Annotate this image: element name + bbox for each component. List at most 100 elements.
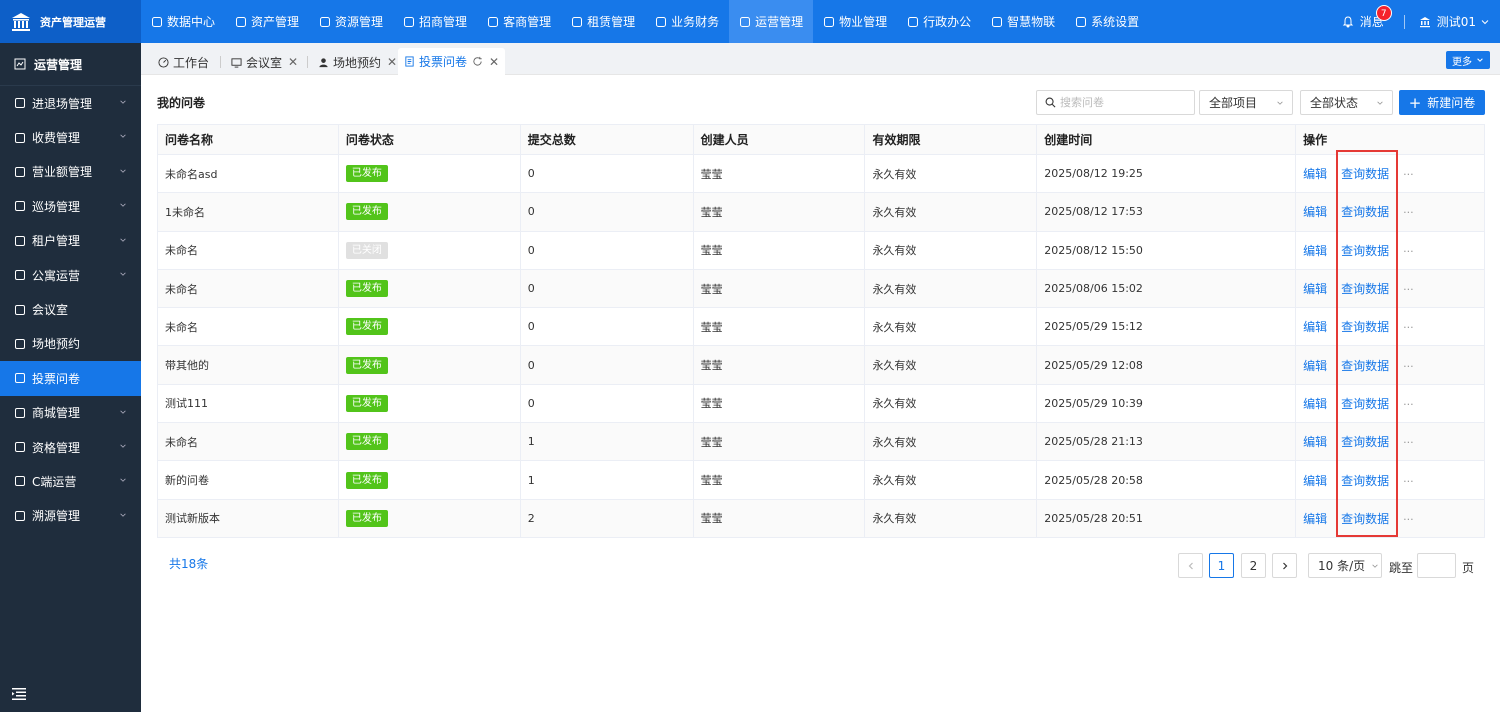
topnav-item-7[interactable]: 运营管理 [729,0,814,43]
topnav-item-8[interactable]: 物业管理 [813,0,897,43]
status-filter-select[interactable]: 全部状态 [1300,90,1393,115]
edit-link[interactable]: 编辑 [1303,244,1327,258]
new-survey-button[interactable]: + 新建问卷 [1399,90,1485,115]
more-actions-icon[interactable]: ··· [1403,206,1414,219]
survey-table: 问卷名称 问卷状态 提交总数 创建人员 有效期限 创建时间 操作 未命名asd 已发布 0 莹莹永… [157,124,1485,538]
sidebar-item-2[interactable]: 营业额管理 [0,155,141,189]
sidebar-item-8[interactable]: 投票问卷 [0,361,141,396]
query-data-link[interactable]: 查询数据 [1341,167,1389,181]
query-data-link[interactable]: 查询数据 [1341,205,1389,219]
query-data-link[interactable]: 查询数据 [1341,320,1389,334]
topnav-item-4[interactable]: 客商管理 [477,0,561,43]
sidebar-item-12[interactable]: 溯源管理 [0,499,141,533]
tab-venue-booking[interactable]: 场地预约 ✕ [318,49,397,75]
query-data-link[interactable]: 查询数据 [1341,435,1389,449]
edit-link[interactable]: 编辑 [1303,397,1327,411]
search-box[interactable] [1036,90,1195,115]
topnav-item-5[interactable]: 租赁管理 [561,0,645,43]
sidebar-item-0[interactable]: 进退场管理 [0,86,141,120]
tab-meeting-room[interactable]: 会议室 ✕ [231,49,298,75]
sidebar: 运营管理 进退场管理 收费管理 营业额管理巡场管理租户管理 公寓运营 会议室场地预约投票… [0,43,141,712]
close-icon[interactable]: ✕ [387,55,397,69]
sidebar-item-10[interactable]: 资格管理 [0,430,141,464]
collapse-menu-icon[interactable] [12,688,26,700]
dashboard-icon [158,56,169,68]
topnav-item-10[interactable]: 智慧物联 [981,0,1065,43]
topnav-item-0[interactable]: 数据中心 [141,0,225,43]
more-actions-icon[interactable]: ··· [1403,283,1414,296]
topnav-item-6[interactable]: 业务财务 [645,0,729,43]
more-actions-icon[interactable]: ··· [1403,513,1414,526]
topnav-item-9[interactable]: 行政办公 [897,0,981,43]
refresh-icon[interactable] [472,56,483,67]
query-data-link[interactable]: 查询数据 [1341,474,1389,488]
close-icon[interactable]: ✕ [489,55,499,69]
sidebar-item-1[interactable]: 收费管理 [0,120,141,154]
submit-count: 0 [519,383,694,424]
more-actions-icon[interactable]: ··· [1403,398,1414,411]
tab-divider [220,56,221,68]
prev-page-button[interactable] [1178,553,1203,578]
more-actions-icon[interactable]: ··· [1403,168,1414,181]
edit-link[interactable]: 编辑 [1303,359,1327,373]
sidebar-item-5[interactable]: 公寓运营 [0,258,141,292]
topnav-item-1[interactable]: 资产管理 [225,0,309,43]
page-size-select[interactable]: 10 条/页 [1308,553,1382,578]
more-actions-icon[interactable]: ··· [1403,436,1414,449]
jump-page-input[interactable] [1417,553,1456,578]
topnav-item-11[interactable]: 系统设置 [1065,0,1149,43]
table-row: 未命名 已发布 0 莹莹 永久有效 2025/05/29 15:12 编辑 查询数据 ··· [157,307,1485,347]
next-page-button[interactable] [1272,553,1297,578]
tab-survey[interactable]: 投票问卷 ✕ [398,48,506,75]
edit-link[interactable]: 编辑 [1303,474,1327,488]
query-data-link[interactable]: 查询数据 [1341,282,1389,296]
query-data-link[interactable]: 查询数据 [1341,359,1389,373]
messages-button[interactable]: 消息 7 [1342,5,1392,30]
sidebar-header: 运营管理 [0,43,141,86]
status-badge: 已发布 [345,356,388,374]
more-tabs-button[interactable]: 更多 [1446,51,1490,69]
query-data-link[interactable]: 查询数据 [1341,397,1389,411]
sidebar-item-4[interactable]: 租户管理 [0,224,141,258]
created-time: 2025/08/12 15:50 [1036,230,1297,270]
edit-link[interactable]: 编辑 [1303,167,1327,181]
sidebar-item-6[interactable]: 会议室 [0,292,141,326]
query-data-link[interactable]: 查询数据 [1341,512,1389,526]
page-2-button[interactable]: 2 [1241,553,1266,578]
edit-link[interactable]: 编辑 [1303,205,1327,219]
edit-link[interactable]: 编辑 [1303,320,1327,334]
sidebar-item-label: 巡场管理 [32,199,81,214]
sidebar-item-3[interactable]: 巡场管理 [0,189,141,223]
topnav-item-2[interactable]: 资源管理 [309,0,393,43]
submit-count: 0 [519,345,694,385]
project-filter-select[interactable]: 全部项目 [1199,90,1293,115]
creator: 莹莹 [692,230,866,270]
sidebar-item-7[interactable]: 场地预约 [0,327,141,361]
more-actions-icon[interactable]: ··· [1403,475,1414,488]
wallet-icon [15,132,25,143]
sidebar-item-9[interactable]: 商城管理 [0,396,141,430]
brand[interactable]: 资产管理运营 [0,0,141,43]
edit-link[interactable]: 编辑 [1303,282,1327,296]
query-data-link[interactable]: 查询数据 [1341,244,1389,258]
close-icon[interactable]: ✕ [288,55,298,69]
search-input[interactable] [1060,96,1180,109]
edit-link[interactable]: 编辑 [1303,512,1327,526]
created-time: 2025/08/06 15:02 [1036,268,1297,309]
tab-workbench[interactable]: 工作台 [158,49,209,75]
created-time: 2025/05/28 20:51 [1036,498,1297,538]
sidebar-item-label: 场地预约 [32,337,81,352]
edit-link[interactable]: 编辑 [1303,435,1327,449]
topnav-item-3[interactable]: 招商管理 [393,0,477,43]
page-1-button[interactable]: 1 [1209,553,1234,578]
sidebar-item-11[interactable]: C端运营 [0,464,141,498]
cube-icon [236,16,247,27]
submit-count: 1 [519,422,694,462]
chevron-down-icon [120,410,126,414]
more-actions-icon[interactable]: ··· [1403,321,1414,334]
validity: 永久有效 [864,498,1038,538]
more-actions-icon[interactable]: ··· [1403,360,1414,373]
more-actions-icon[interactable]: ··· [1403,245,1414,258]
topnav-label: 业务财务 [671,15,720,29]
user-menu[interactable]: 测试01 [1419,13,1490,30]
